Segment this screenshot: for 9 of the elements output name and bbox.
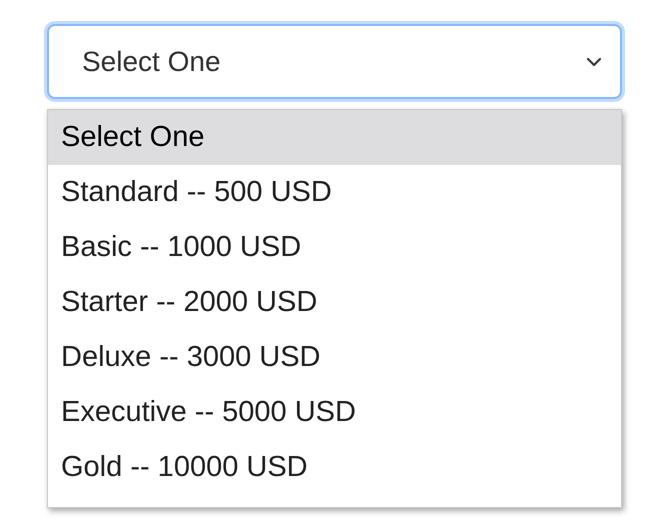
dropdown-option[interactable]: Basic -- 1000 USD — [48, 220, 621, 275]
dropdown-option[interactable]: Gold -- 10000 USD — [48, 440, 621, 495]
dropdown-option[interactable]: Deluxe -- 3000 USD — [48, 330, 621, 385]
dropdown-option[interactable]: Standard -- 500 USD — [48, 165, 621, 220]
select-field[interactable]: Select One — [47, 24, 622, 99]
dropdown-option[interactable]: Select One — [48, 110, 621, 165]
dropdown-option[interactable]: Starter -- 2000 USD — [48, 275, 621, 330]
caret-icon — [586, 56, 602, 66]
dropdown-option[interactable]: Executive -- 5000 USD — [48, 385, 621, 440]
